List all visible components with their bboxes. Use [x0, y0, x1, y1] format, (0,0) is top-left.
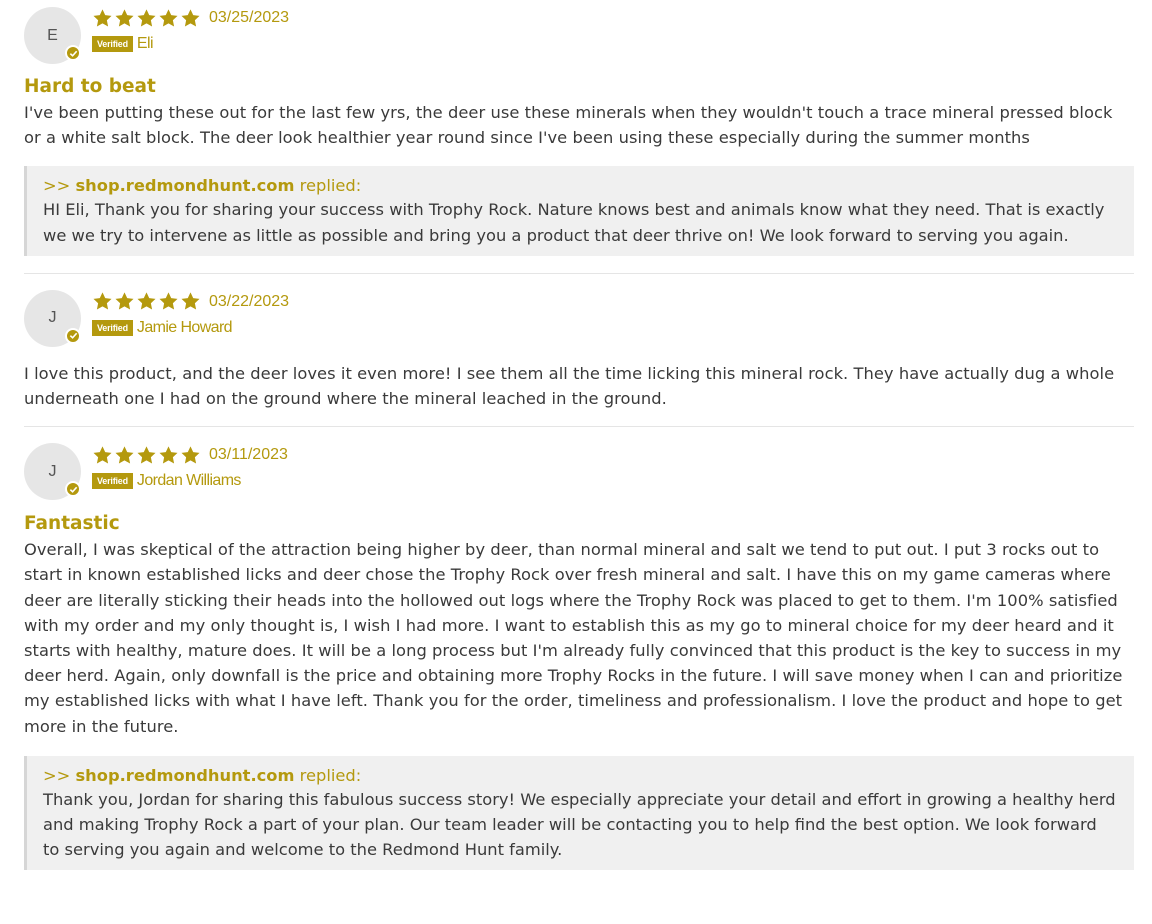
verified-badge: Verified: [92, 319, 133, 336]
review-date: 03/11/2023: [209, 446, 288, 464]
star-icon: [137, 292, 156, 310]
review-date: 03/25/2023: [209, 9, 290, 26]
review-body: I love this product, and the deer loves …: [24, 363, 1115, 409]
star-rating: [92, 445, 201, 466]
review-meta: 03/22/2023 Verified Jamie Howard: [92, 290, 289, 337]
reply-prefix: >>: [43, 765, 71, 785]
star-icon: [181, 292, 200, 310]
avatar: E: [24, 7, 81, 64]
review-body: Overall, I was skeptical of the attracti…: [24, 540, 1123, 736]
star-icon: [115, 292, 134, 310]
avatar: J: [24, 289, 81, 347]
reply-header: >> shop.redmondhunt.com replied:: [43, 175, 1118, 197]
reply-body: Thank you, Jordan for sharing this fabul…: [43, 789, 1116, 860]
reviews-list: E 03/25/2023 Verified Eli Hard to beat I…: [24, 0, 1134, 871]
star-icon: [93, 446, 112, 464]
review-title: Fantastic: [24, 513, 120, 535]
review-meta: 03/11/2023 Verified Jordan Williams: [92, 443, 288, 490]
review-item: J 03/11/2023 Verified Jordan Williams Fa…: [24, 427, 1134, 871]
star-icon: [159, 292, 178, 310]
review-author: Jordan Williams: [136, 472, 242, 490]
avatar-initial: J: [48, 462, 57, 480]
store-reply: >> shop.redmondhunt.com replied: HI Eli,…: [24, 166, 1134, 256]
review-body: I've been putting these out for the last…: [24, 103, 1113, 148]
reply-label: replied:: [299, 765, 362, 785]
reply-store-name: shop.redmondhunt.com: [75, 176, 295, 196]
avatar-initial: J: [48, 309, 57, 327]
star-icon: [93, 292, 112, 310]
verified-badge: Verified: [92, 473, 133, 490]
star-icon: [93, 8, 112, 26]
star-icon: [115, 446, 134, 464]
review-header: J 03/11/2023 Verified Jordan Williams: [24, 443, 1134, 511]
reply-store-name: shop.redmondhunt.com: [75, 765, 295, 785]
verified-check-icon: [65, 327, 81, 344]
verified-check-icon: [65, 45, 81, 61]
star-icon: [159, 446, 178, 464]
review-date: 03/22/2023: [209, 292, 290, 310]
review-header: J 03/22/2023 Verified Jamie Howard: [24, 289, 1134, 358]
star-icon: [137, 446, 156, 464]
verified-badge: Verified: [92, 36, 133, 52]
star-icon: [181, 446, 200, 464]
review-author: Eli: [136, 35, 154, 52]
star-icon: [115, 8, 134, 26]
star-rating: [92, 291, 201, 312]
star-rating: [92, 8, 201, 29]
review-title: Hard to beat: [24, 76, 156, 97]
review-header: E 03/25/2023 Verified Eli: [24, 6, 1134, 74]
reply-header: >> shop.redmondhunt.com replied:: [43, 765, 1118, 787]
reply-label: replied:: [299, 176, 362, 196]
review-item: E 03/25/2023 Verified Eli Hard to beat I…: [24, 0, 1134, 256]
store-reply: >> shop.redmondhunt.com replied: Thank y…: [24, 755, 1134, 871]
verified-check-icon: [65, 481, 81, 498]
review-item: J 03/22/2023 Verified Jamie Howard I lov…: [24, 274, 1134, 411]
star-icon: [137, 8, 156, 26]
avatar: J: [24, 443, 81, 501]
star-icon: [159, 8, 178, 26]
reply-body: HI Eli, Thank you for sharing your succe…: [43, 200, 1105, 245]
star-icon: [181, 8, 200, 26]
review-meta: 03/25/2023 Verified Eli: [92, 6, 289, 53]
reply-prefix: >>: [43, 176, 71, 196]
review-author: Jamie Howard: [136, 318, 233, 336]
avatar-initial: E: [47, 26, 58, 44]
